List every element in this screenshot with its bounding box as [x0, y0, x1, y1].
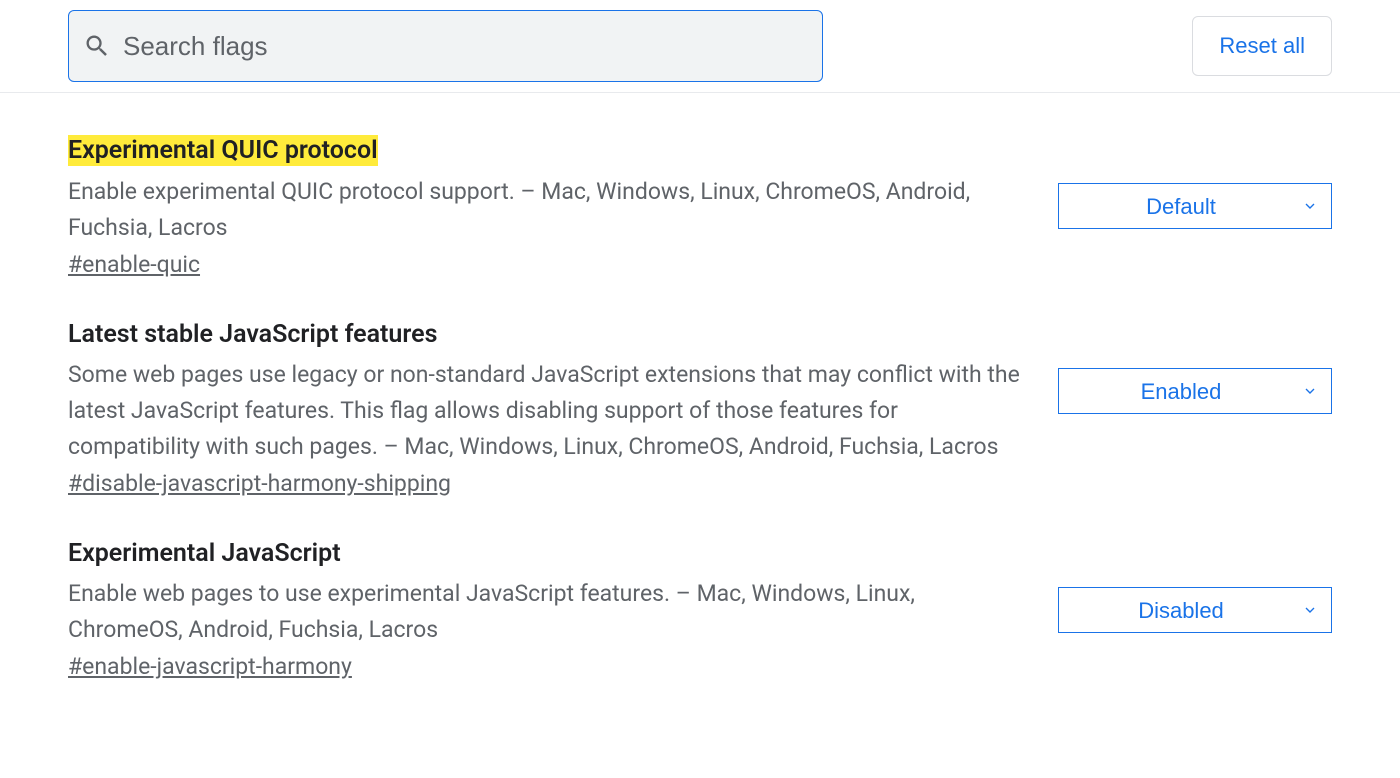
flag-item: Experimental QUIC protocol Enable experi…: [68, 93, 1332, 278]
flag-title: Experimental QUIC protocol: [68, 135, 378, 166]
flag-description: Some web pages use legacy or non-standar…: [68, 357, 1028, 464]
flag-state-select[interactable]: Enabled: [1058, 368, 1332, 414]
flag-content: Experimental QUIC protocol Enable experi…: [68, 135, 1028, 278]
flag-select-wrapper: Enabled: [1058, 320, 1332, 414]
flag-state-select[interactable]: Disabled: [1058, 587, 1332, 633]
select-wrapper: Default: [1058, 183, 1332, 229]
flag-content: Latest stable JavaScript features Some w…: [68, 320, 1028, 497]
flag-title: Experimental JavaScript: [68, 539, 341, 568]
search-container[interactable]: [68, 10, 823, 82]
reset-all-button[interactable]: Reset all: [1192, 16, 1332, 76]
flag-hash-link[interactable]: #disable-javascript-harmony-shipping: [68, 470, 451, 497]
flag-content: Experimental JavaScript Enable web pages…: [68, 539, 1028, 680]
flag-description: Enable web pages to use experimental Jav…: [68, 576, 1028, 647]
search-icon: [83, 32, 111, 60]
flag-select-wrapper: Disabled: [1058, 539, 1332, 633]
flag-state-select[interactable]: Default: [1058, 183, 1332, 229]
flag-item: Experimental JavaScript Enable web pages…: [68, 497, 1332, 680]
flags-list: Experimental QUIC protocol Enable experi…: [0, 93, 1400, 680]
flag-hash-link[interactable]: #enable-javascript-harmony: [68, 653, 352, 680]
select-wrapper: Disabled: [1058, 587, 1332, 633]
flag-title: Latest stable JavaScript features: [68, 320, 437, 349]
flag-hash-link[interactable]: #enable-quic: [68, 251, 200, 278]
flag-description: Enable experimental QUIC protocol suppor…: [68, 174, 1028, 245]
search-input[interactable]: [111, 31, 808, 62]
flag-item: Latest stable JavaScript features Some w…: [68, 278, 1332, 497]
header-bar: Reset all: [0, 0, 1400, 93]
flag-select-wrapper: Default: [1058, 135, 1332, 229]
select-wrapper: Enabled: [1058, 368, 1332, 414]
